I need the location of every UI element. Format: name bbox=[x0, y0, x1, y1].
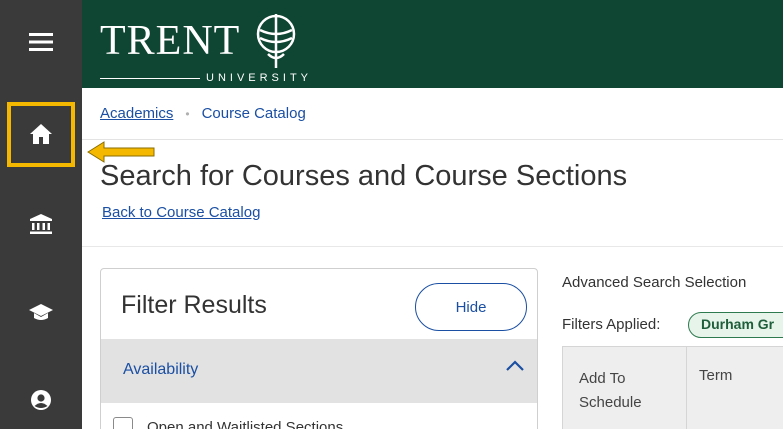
home-button[interactable] bbox=[0, 112, 82, 156]
filter-title: Filter Results bbox=[121, 291, 267, 319]
left-nav-rail bbox=[0, 0, 82, 429]
filter-panel: Filter Results Hide Availability Open an… bbox=[100, 268, 538, 429]
availability-section-toggle[interactable]: Availability bbox=[101, 339, 537, 403]
column-divider bbox=[686, 347, 687, 429]
filter-chip[interactable]: Durham Gr bbox=[688, 312, 783, 338]
advanced-search-label: Advanced Search Selection bbox=[562, 274, 747, 291]
breadcrumb-separator: • bbox=[185, 106, 190, 121]
page-title: Search for Courses and Course Sections bbox=[100, 160, 628, 192]
hamburger-menu-icon bbox=[29, 33, 53, 51]
site-header: TRENT UNIVERSITY bbox=[82, 0, 783, 88]
open-waitlisted-checkbox[interactable] bbox=[113, 417, 133, 429]
logo-wordmark[interactable]: TRENT bbox=[100, 20, 240, 62]
column-header-term[interactable]: Term bbox=[699, 367, 732, 384]
open-waitlisted-label: Open and Waitlisted Sections bbox=[147, 419, 344, 429]
results-table-header: Add To Schedule Term bbox=[562, 346, 783, 429]
column-header-add-to-schedule[interactable]: Add To Schedule bbox=[579, 367, 679, 415]
chevron-up-icon bbox=[506, 360, 524, 371]
menu-button[interactable] bbox=[0, 22, 82, 62]
availability-label: Availability bbox=[123, 361, 199, 378]
back-to-catalog-link[interactable]: Back to Course Catalog bbox=[102, 204, 260, 221]
breadcrumb: Academics • Course Catalog bbox=[82, 88, 783, 140]
breadcrumb-course-catalog[interactable]: Course Catalog bbox=[202, 105, 306, 122]
trent-crest-icon bbox=[256, 14, 296, 68]
profile-button[interactable] bbox=[0, 380, 82, 420]
logo-subtitle: UNIVERSITY bbox=[206, 72, 313, 84]
section-divider bbox=[82, 246, 783, 247]
breadcrumb-academics[interactable]: Academics bbox=[100, 105, 173, 122]
filters-applied-label: Filters Applied: bbox=[562, 316, 661, 333]
student-button[interactable] bbox=[0, 292, 82, 332]
academics-button[interactable] bbox=[0, 204, 82, 244]
hide-filters-button[interactable]: Hide bbox=[415, 283, 527, 331]
graduation-cap-icon bbox=[29, 304, 53, 320]
home-icon bbox=[30, 124, 52, 144]
user-circle-icon bbox=[31, 390, 51, 410]
logo-rule bbox=[100, 78, 200, 79]
institution-icon bbox=[30, 214, 52, 234]
